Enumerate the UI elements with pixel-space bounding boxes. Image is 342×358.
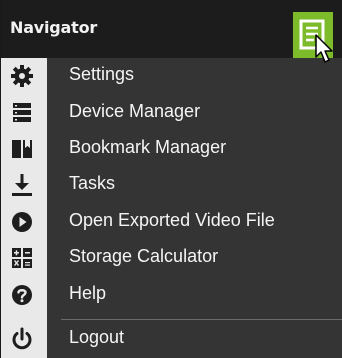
menu-item-label: Bookmark Manager bbox=[69, 137, 227, 157]
navigator-menu: Navigator Settings Device Manager Bookma… bbox=[0, 0, 342, 358]
menu-item-settings[interactable]: Settings bbox=[1, 58, 342, 94]
menu-item-logout[interactable]: Logout bbox=[1, 321, 342, 357]
power-icon bbox=[12, 327, 32, 350]
play-icon bbox=[12, 212, 32, 232]
menu-item-storage-calculator[interactable]: Storage Calculator bbox=[1, 240, 342, 276]
help-icon bbox=[12, 285, 32, 305]
calculator-icon bbox=[12, 248, 32, 268]
menu-item-bookmark-manager[interactable]: Bookmark Manager bbox=[1, 131, 342, 167]
navigator-header: Navigator bbox=[1, 0, 342, 63]
menu-item-label: Logout bbox=[69, 327, 125, 347]
menu-item-label: Settings bbox=[69, 64, 135, 84]
download-icon bbox=[12, 174, 32, 196]
menu-item-help[interactable]: Help bbox=[1, 277, 342, 313]
menu-item-tasks[interactable]: Tasks bbox=[1, 167, 342, 203]
menu-divider bbox=[61, 319, 342, 320]
menu-item-label: Help bbox=[69, 283, 107, 303]
menu-item-label: Tasks bbox=[69, 173, 116, 193]
bookmark-icon bbox=[12, 140, 32, 158]
header-title: Navigator bbox=[10, 18, 98, 37]
menu-item-label: Storage Calculator bbox=[69, 246, 219, 266]
menu-item-label: Open Exported Video File bbox=[69, 210, 275, 230]
menu-item-device-manager[interactable]: Device Manager bbox=[1, 95, 342, 131]
device-list-icon bbox=[13, 103, 31, 122]
gear-icon bbox=[11, 65, 33, 87]
menu-item-open-exported-video-file[interactable]: Open Exported Video File bbox=[1, 204, 342, 240]
menu-item-label: Device Manager bbox=[69, 101, 201, 121]
